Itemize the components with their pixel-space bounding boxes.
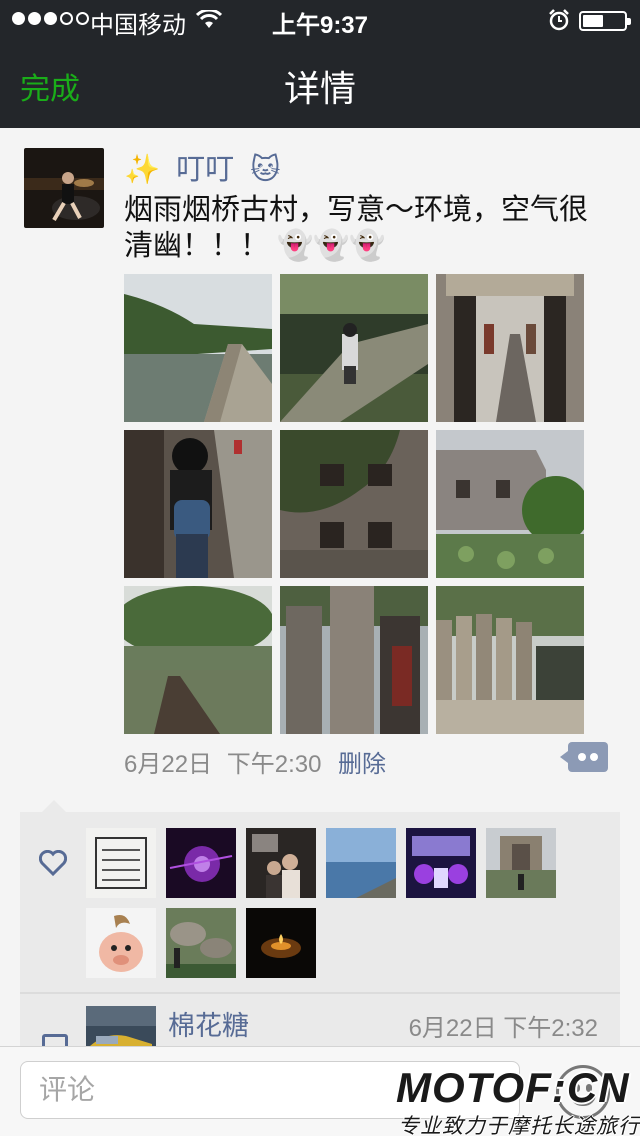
like-avatar-neon-hall[interactable] (406, 828, 476, 898)
moment-post: ✨ 叮叮 🐱 烟雨烟桥古村，写意～环境，空气很清幽！！！ 👻👻👻 6月22日 下… (0, 128, 640, 828)
photo-girl-backpack-alley[interactable] (124, 430, 272, 578)
post-date: 6月22日 (124, 751, 213, 778)
post-timestamp: 6月22日 下午2:30 (124, 744, 321, 779)
like-avatar-cartoon-pig[interactable] (86, 908, 156, 978)
page-title: 详情 (283, 68, 356, 109)
photo-motorbike-path[interactable] (280, 274, 428, 422)
alarm-icon (549, 9, 569, 31)
like-avatar-purple-orb[interactable] (166, 828, 236, 898)
like-avatar-poster-couple[interactable] (246, 828, 316, 898)
photo-stele-row-bridge[interactable] (436, 586, 584, 734)
watermark: MOTOF:CN 专业致力于摩托长途旅行 (396, 1064, 640, 1136)
commenter-name[interactable]: 棉花糖 (168, 1004, 249, 1043)
comment-icon (42, 1034, 68, 1046)
photo-river-canal[interactable] (124, 274, 272, 422)
comment-time: 6月22日 下午2:32 (408, 1015, 598, 1042)
like-avatar-candle-dark[interactable] (246, 908, 316, 978)
photo-old-house-lotus[interactable] (436, 430, 584, 578)
status-time: 上午9:37 (271, 12, 369, 39)
comment-row: 棉花糖 6月22日 下午2:32 (20, 994, 620, 1046)
post-time: 下午2:30 (226, 751, 322, 778)
like-avatar-building-plaza[interactable] (486, 828, 556, 898)
likes-panel (20, 800, 620, 992)
battery-icon (579, 11, 631, 31)
comment-menu-icon[interactable] (560, 742, 608, 772)
heart-icon (39, 850, 67, 876)
photo-banyan-pier[interactable] (124, 586, 272, 734)
sparkle-emoji: ✨ (124, 154, 161, 186)
photo-stone-gate-alley[interactable] (436, 274, 584, 422)
delete-button[interactable]: 删除 (338, 744, 386, 779)
photo-stone-steles[interactable] (280, 586, 428, 734)
author-name[interactable]: ✨ 叮叮 🐱 (124, 146, 280, 188)
status-bar: 中国移动 上午9:37 (0, 0, 640, 40)
like-avatar-rock-garden[interactable] (166, 908, 236, 978)
author-nickname[interactable]: 叮叮 (176, 154, 234, 186)
post-text: 烟雨烟桥古村，写意～环境，空气很清幽！！！ 👻👻👻 (124, 194, 589, 262)
like-avatar-sketch[interactable] (86, 828, 156, 898)
watermark-slogan: 专业致力于摩托长途旅行 (398, 1115, 640, 1136)
like-avatar-sea-view[interactable] (326, 828, 396, 898)
photo-ivy-brick-wall[interactable] (280, 430, 428, 578)
watermark-brand: MOTOF:CN (396, 1064, 630, 1111)
commenter-avatar[interactable] (86, 1006, 156, 1046)
cat-emoji: 🐱 (250, 154, 281, 186)
top-bar: 中国移动 上午9:37 完成 详情 (0, 0, 640, 128)
author-avatar[interactable] (24, 148, 104, 228)
